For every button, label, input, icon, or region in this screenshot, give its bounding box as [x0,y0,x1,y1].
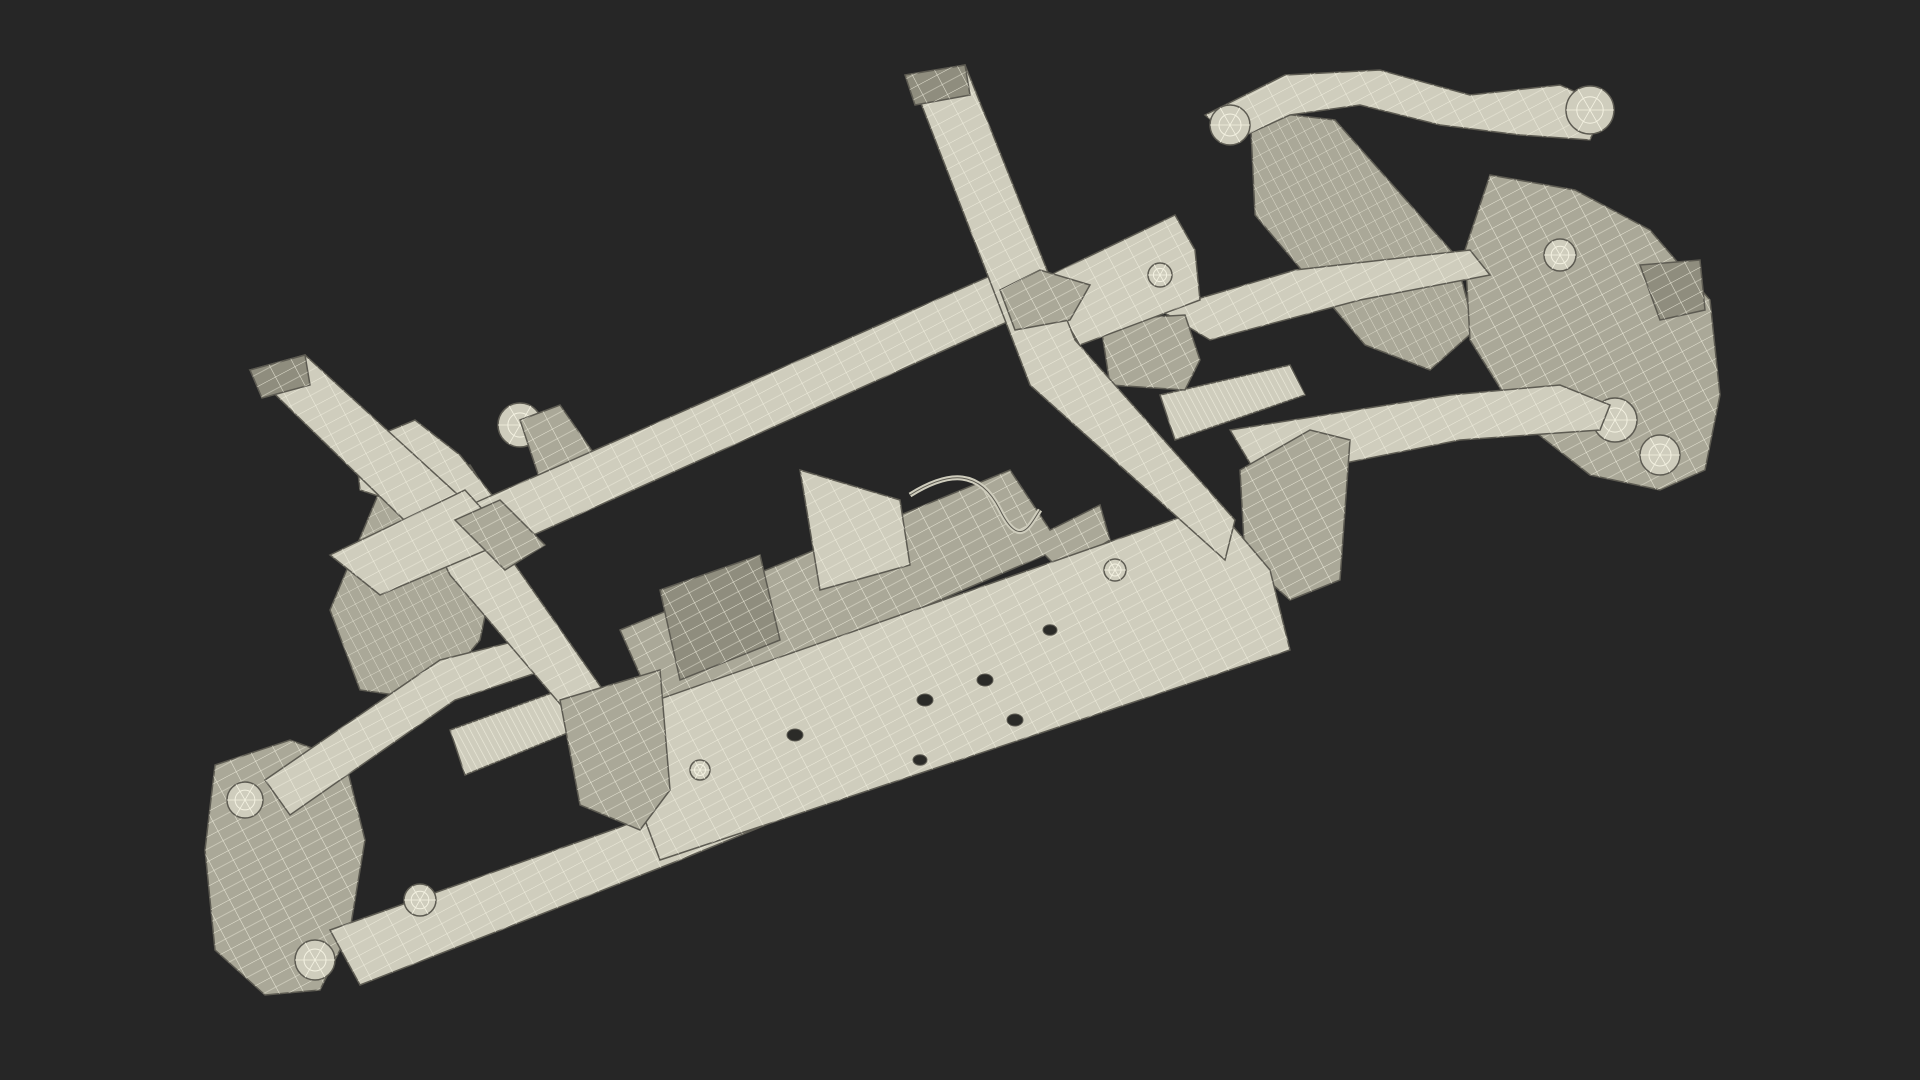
engine-mount-bolt [1147,262,1173,288]
upper-arm-bushing-left [1209,104,1251,146]
suspension-wireframe-render [204,64,1721,996]
left-lower-arm-bushing [403,883,437,917]
rear-coil-spring-wireframe [1250,110,1475,370]
skid-plate-bolt-right [1103,558,1127,582]
skid-plate-hole-4 [1006,713,1024,727]
skid-plate-bolt-left [689,759,711,781]
skid-plate-hole-1 [786,728,804,742]
render-viewport [0,0,1920,1080]
right-ball-joint-lower [1639,434,1681,476]
rear-coil-spring [1249,109,1476,371]
skid-plate-hole-3 [976,673,994,687]
left-ball-joint-lower [294,939,336,981]
skid-plate-hole-5 [912,754,928,766]
skid-plate-hole-2 [916,693,934,707]
left-tie-rod-end [226,781,264,819]
right-tie-rod-end [1543,238,1577,272]
skid-plate-hole-6 [1042,624,1058,636]
upper-arm-bushing-right [1565,85,1615,135]
steering-boot-left-wireframe [450,690,575,775]
right-steering-knuckle-wireframe [1465,175,1720,490]
steering-boot-left [449,689,576,776]
front-components [248,64,1291,861]
right-steering-knuckle [1464,174,1721,491]
